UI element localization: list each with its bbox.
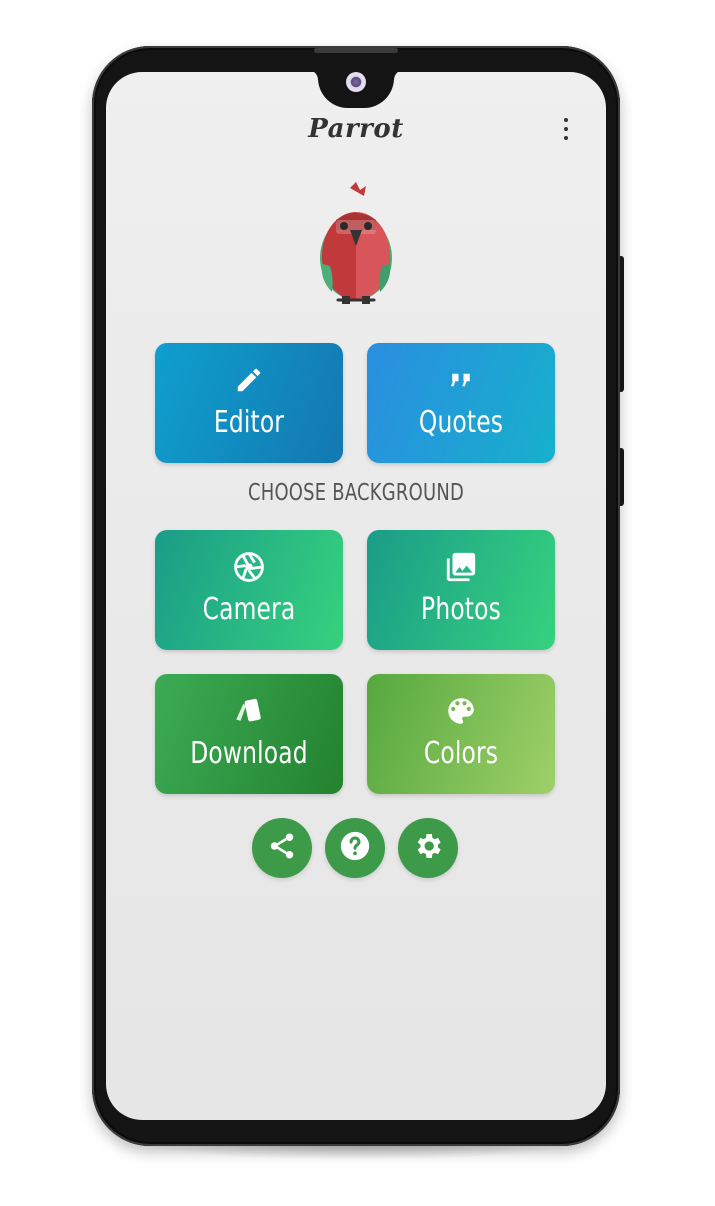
settings-icon [412,830,444,867]
editor-label: Editor [213,405,285,440]
more-vert-icon[interactable] [558,116,574,142]
palette-icon [367,694,555,728]
help-icon [338,829,372,868]
colors-button[interactable]: Colors [367,674,555,794]
photos-label: Photos [421,592,501,627]
quote-icon [367,363,555,397]
editor-button[interactable]: Editor [155,343,343,463]
pencil-icon [155,363,343,397]
share-button[interactable] [252,818,312,878]
download-button[interactable]: Download [155,674,343,794]
settings-button[interactable] [398,818,458,878]
help-button[interactable] [325,818,385,878]
quotes-label: Quotes [418,405,504,440]
share-icon [267,831,297,866]
earpiece-speaker [314,48,398,53]
download-label: Download [190,736,308,771]
photo-library-icon [367,550,555,584]
section-heading: CHOOSE BACKGROUND [247,480,465,506]
photos-button[interactable]: Photos [367,530,555,650]
front-camera [346,72,366,92]
app-screen: Parrot Editor Quotes CHOOSE BACKGROUND C… [106,72,606,1120]
colors-label: Colors [423,736,499,771]
parrot-logo [306,180,406,308]
cards-icon [155,694,343,728]
quotes-button[interactable]: Quotes [367,343,555,463]
camera-aperture-icon [155,550,343,584]
camera-label: Camera [202,592,296,627]
camera-button[interactable]: Camera [155,530,343,650]
app-title: Parrot [308,114,404,144]
